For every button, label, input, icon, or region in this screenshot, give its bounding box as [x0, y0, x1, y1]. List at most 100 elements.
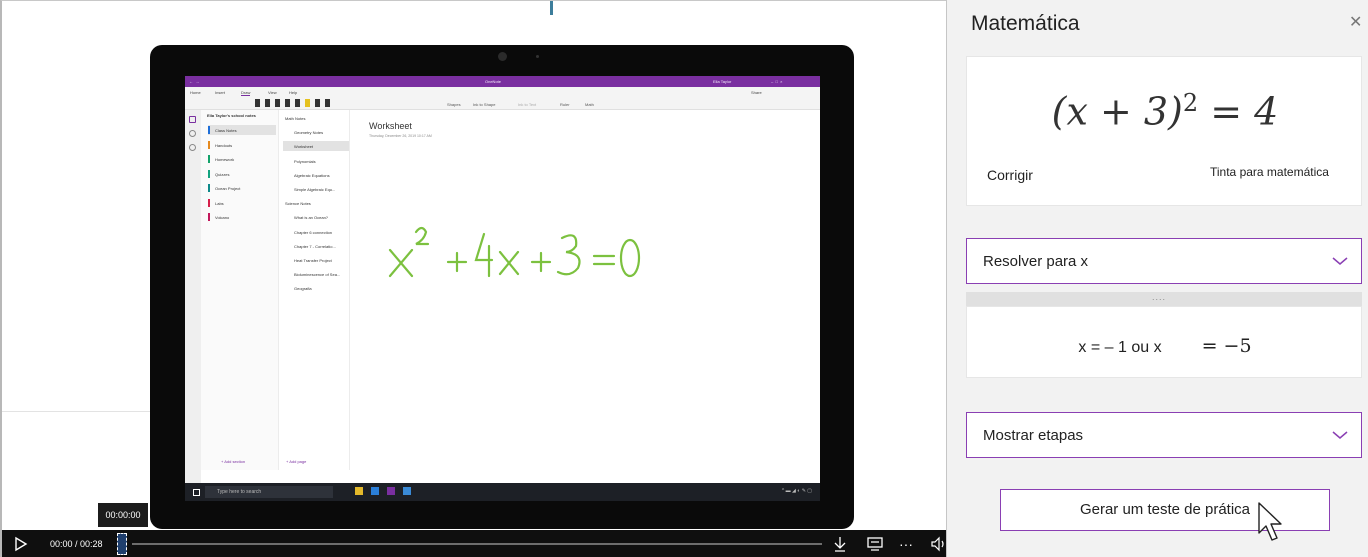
page-label: Polynomials: [294, 158, 316, 164]
ink-to-shape-tool[interactable]: Ink to Shape: [473, 102, 495, 107]
tab-draw[interactable]: Draw: [241, 90, 251, 96]
page-label: Geografia: [294, 286, 312, 292]
steps-dropdown[interactable]: Mostrar etapas: [966, 412, 1362, 458]
page-label: Chapter 6 connection: [294, 229, 333, 235]
page-item[interactable]: Heat Transfer Project: [283, 255, 349, 265]
resize-grip[interactable]: ....: [966, 292, 1362, 306]
pen-icon[interactable]: [285, 99, 290, 107]
volume-icon[interactable]: [930, 535, 946, 553]
section-color-tab: [208, 155, 210, 163]
notebook-name[interactable]: Ella Taylor's school notes: [207, 113, 256, 118]
page-item[interactable]: Worksheet: [283, 141, 349, 152]
page-date: Thursday, December 26, 2019 10:17 AM: [369, 134, 432, 138]
math-tool[interactable]: Math: [585, 102, 594, 107]
steps-dropdown-label: Mostrar etapas: [983, 427, 1084, 444]
highlighter-icon[interactable]: [305, 99, 310, 107]
ruler-tool[interactable]: Ruler: [560, 102, 570, 107]
progress-track[interactable]: [132, 543, 822, 545]
time-display: 00:00 / 00:28: [50, 539, 103, 549]
page-item[interactable]: Science Notes: [283, 198, 349, 208]
scrub-handle[interactable]: [117, 533, 127, 555]
page-item[interactable]: Simple Algebraic Equ...: [283, 184, 349, 194]
section-label: Quizzes: [215, 171, 230, 177]
page-item[interactable]: Geografia: [283, 283, 349, 293]
page-label: Chapter 7 - Correlatio...: [294, 243, 336, 249]
sections-panel: Ella Taylor's school notes Class Notes Ha…: [201, 110, 279, 470]
video-player[interactable]: ← → OneNote Ella Taylor – □ × Home Inser…: [0, 0, 992, 557]
equation-rhs: = 4: [1198, 89, 1279, 134]
chevron-down-icon: [1332, 257, 1348, 265]
section-item[interactable]: Volcano: [208, 212, 276, 222]
section-item[interactable]: Ocean Project: [208, 183, 276, 193]
equation-base: (x + 3): [1051, 89, 1183, 134]
onenote-icon[interactable]: [387, 487, 395, 495]
file-explorer-icon[interactable]: [355, 487, 363, 495]
pen-icon[interactable]: [315, 99, 320, 107]
pen-icon[interactable]: [265, 99, 270, 107]
page-label: Math Notes: [285, 116, 306, 121]
user-name: Ella Taylor: [713, 79, 732, 84]
section-item[interactable]: Class Notes: [208, 125, 276, 135]
tab-home[interactable]: Home: [190, 90, 201, 95]
pen-icon[interactable]: [255, 99, 260, 107]
tab-insert[interactable]: Insert: [215, 90, 225, 95]
mouse-cursor-icon: [1258, 502, 1282, 541]
notebooks-icon[interactable]: [189, 116, 196, 123]
camera-icon: [498, 52, 507, 61]
tab-view[interactable]: View: [268, 90, 277, 95]
section-item[interactable]: Homework: [208, 154, 276, 164]
windows-start-icon[interactable]: [193, 489, 200, 496]
section-color-tab: [208, 140, 210, 149]
pen-icon[interactable]: [295, 99, 300, 107]
download-icon[interactable]: [832, 535, 848, 553]
page-label: Worksheet: [294, 144, 314, 150]
solve-dropdown[interactable]: Resolver para x: [966, 238, 1362, 284]
section-label: Handouts: [215, 142, 233, 148]
search-icon[interactable]: [189, 130, 196, 137]
section-item[interactable]: Quizzes: [208, 169, 276, 179]
ink-equation: [388, 226, 641, 278]
fix-button[interactable]: Corrigir: [987, 167, 1033, 183]
chevron-down-icon: [1332, 431, 1348, 439]
section-item[interactable]: Labs: [208, 198, 276, 208]
page-item[interactable]: Polynomials: [283, 156, 349, 166]
page-item[interactable]: Geometry Notes: [283, 127, 349, 137]
page-item[interactable]: Chapter 7 - Correlatio...: [283, 241, 349, 251]
tablet-device: ← → OneNote Ella Taylor – □ × Home Inser…: [150, 45, 854, 529]
shapes-tool[interactable]: Shapes: [447, 102, 461, 107]
add-page-button[interactable]: + Add page: [286, 459, 306, 464]
app-icon[interactable]: [403, 487, 411, 495]
page-item[interactable]: Math Notes: [283, 113, 349, 123]
edge-icon[interactable]: [371, 487, 379, 495]
grip-dots: ....: [1152, 292, 1167, 302]
time-tooltip: 00:00:00: [98, 503, 148, 527]
video-controls: 00:00 / 00:28 ···: [2, 530, 992, 557]
page-label: What is an Ocean?: [294, 215, 329, 221]
share-button[interactable]: Share: [751, 90, 762, 95]
windows-taskbar: Type here to search ^ ▬ ◢ ◐ ✎ ▢: [185, 483, 820, 501]
sensor-dot: [536, 55, 539, 58]
page-item[interactable]: Algebraic Equations: [283, 170, 349, 180]
tab-help[interactable]: Help: [289, 90, 297, 95]
add-section-button[interactable]: + Add section: [221, 459, 245, 464]
pen-icon[interactable]: [325, 99, 330, 107]
taskbar-search[interactable]: Type here to search: [205, 486, 333, 498]
play-icon[interactable]: [14, 536, 28, 552]
page-item[interactable]: Bioluminescence of Sea...: [283, 269, 349, 279]
close-icon[interactable]: ✕: [1349, 12, 1362, 32]
solve-dropdown-label: Resolver para x: [983, 253, 1089, 270]
section-item[interactable]: Handouts: [208, 140, 276, 150]
section-label: Homework: [215, 157, 235, 162]
recent-icon[interactable]: [189, 144, 196, 151]
pen-icon[interactable]: [275, 99, 280, 107]
equation-card: (x + 3)2 = 4 Corrigir Tinta para matemát…: [966, 56, 1362, 206]
ink-math-button[interactable]: Tinta para matemática: [1210, 165, 1329, 179]
back-arrow-icon: ← →: [189, 79, 200, 84]
more-icon[interactable]: ···: [899, 535, 913, 553]
page-canvas[interactable]: Worksheet Thursday, December 26, 2019 10…: [351, 110, 820, 470]
page-item[interactable]: What is an Ocean?: [283, 212, 349, 222]
page-label: Science Notes: [285, 201, 311, 207]
ink-to-text-tool[interactable]: Ink to Text: [518, 102, 536, 107]
page-item[interactable]: Chapter 6 connection: [283, 227, 349, 237]
captions-icon[interactable]: [866, 535, 884, 553]
